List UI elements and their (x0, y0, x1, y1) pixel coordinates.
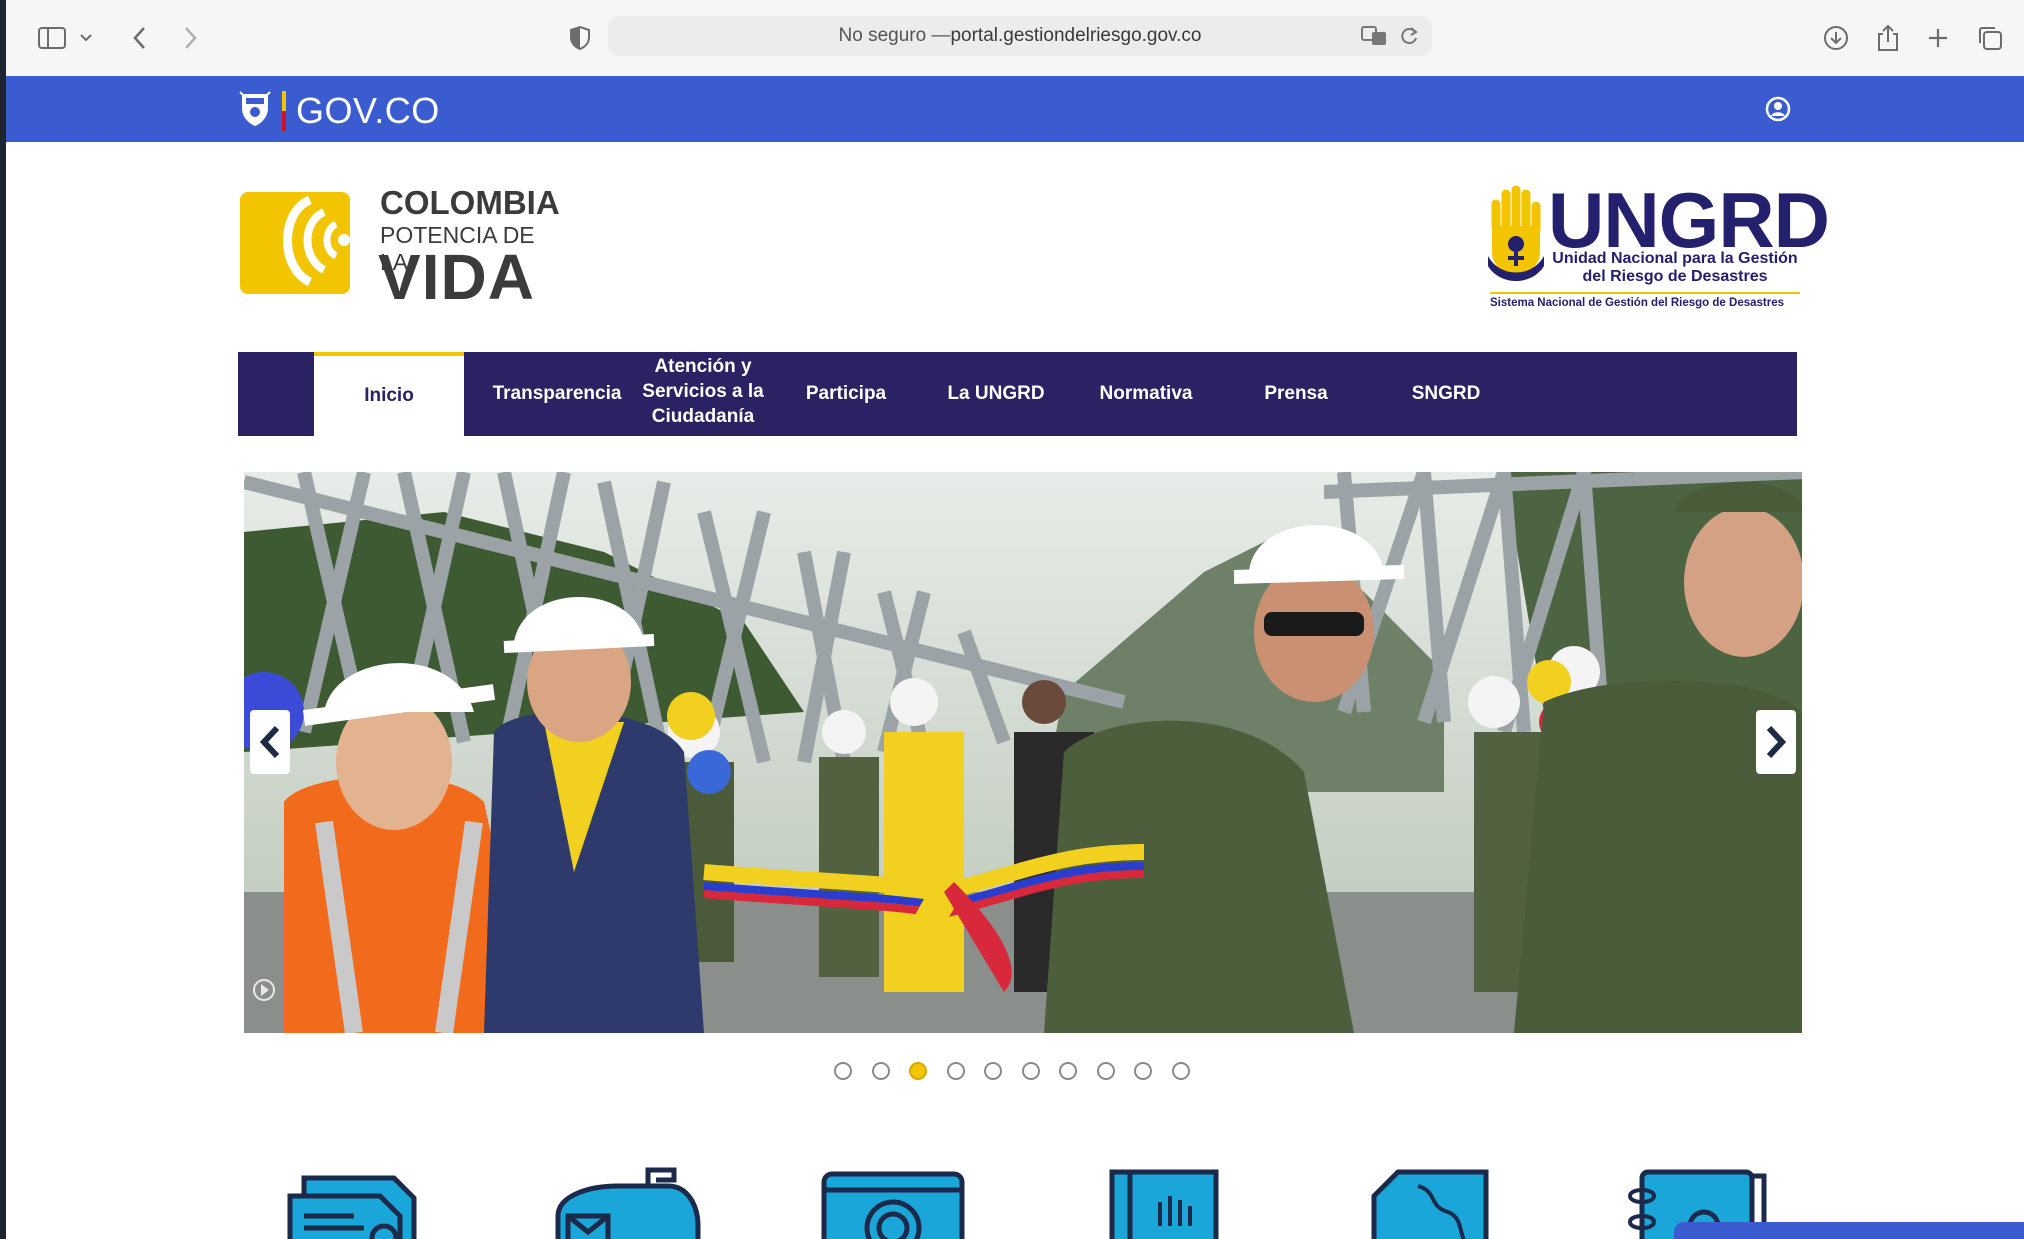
address-security-label: No seguro — (838, 25, 951, 46)
user-account-icon[interactable] (1760, 91, 1796, 127)
forward-icon[interactable] (172, 20, 208, 56)
govco-label: GOV.CO (296, 89, 440, 131)
reload-icon[interactable] (1398, 24, 1420, 54)
carousel-dot[interactable] (1171, 1062, 1190, 1080)
nav-item-sngrd[interactable]: SNGRD (1376, 352, 1516, 436)
carousel-dot-active[interactable] (909, 1062, 927, 1080)
nav-item-atencion-ciudadania[interactable]: Atención y Servicios a la Ciudadanía (640, 352, 766, 436)
colombia-shield-icon (238, 88, 272, 133)
ungrd-title: UNGRD (1548, 176, 1830, 264)
document-icon[interactable] (284, 1166, 434, 1239)
carousel-dot[interactable] (1021, 1062, 1040, 1080)
browser-window: No seguro — portal.gestiondelriesgo.gov.… (6, 0, 2024, 1239)
share-icon[interactable] (1870, 20, 1906, 56)
carousel-dot[interactable] (871, 1062, 890, 1080)
colombia-logo-line3: VIDA (378, 241, 535, 313)
ungrd-logo[interactable]: UNGRD Unidad Nacional para la Gestión de… (1478, 180, 1830, 310)
browser-toolbar: No seguro — portal.gestiondelriesgo.gov.… (6, 0, 2024, 77)
carousel-dot[interactable] (1134, 1062, 1152, 1080)
ungrd-tagline: Sistema Nacional de Gestión del Riesgo d… (1490, 292, 1800, 309)
translate-icon[interactable] (1360, 24, 1388, 54)
nav-item-transparencia[interactable]: Transparencia (474, 352, 640, 436)
nav-item-inicio[interactable]: Inicio (314, 352, 464, 436)
colombia-logo-line1: COLOMBIA (380, 184, 560, 221)
chevron-down-icon[interactable] (76, 20, 96, 56)
new-tab-icon[interactable] (1920, 20, 1956, 56)
carousel-indicators (834, 1062, 1190, 1080)
downloads-icon[interactable] (1818, 20, 1854, 56)
nav-item-participa[interactable]: Participa (776, 352, 916, 436)
chevron-right-icon (1766, 725, 1787, 759)
carousel-dot[interactable] (984, 1062, 1002, 1080)
carousel-dot[interactable] (1059, 1062, 1077, 1080)
nav-item-la-ungrd[interactable]: La UNGRD (926, 352, 1066, 436)
carousel-dot[interactable] (1096, 1062, 1115, 1080)
govco-separator (282, 90, 286, 131)
main-nav: Inicio Transparencia Atención y Servicio… (238, 352, 1797, 436)
govco-bar: GOV.CO (6, 76, 2024, 142)
hero-carousel[interactable] (244, 472, 1802, 1033)
carousel-prev-button[interactable] (250, 710, 290, 774)
nav-item-prensa[interactable]: Prensa (1226, 352, 1366, 436)
mailbox-icon[interactable] (548, 1166, 708, 1239)
colombia-vida-mark-icon (240, 192, 350, 294)
govco-logo[interactable]: GOV.CO (238, 88, 440, 133)
colombia-potencia-vida-logo[interactable]: COLOMBIA POTENCIA DE LA VIDA (240, 182, 560, 313)
floating-bottom-tab[interactable] (1674, 1222, 2024, 1239)
address-domain: portal.gestiondelriesgo.gov.co (950, 25, 1202, 46)
map-icon[interactable] (1368, 1166, 1498, 1239)
ungrd-hand-icon (1488, 186, 1544, 281)
chevron-left-icon (259, 725, 280, 759)
privacy-shield-icon[interactable] (562, 20, 598, 56)
ungrd-subtitle: Unidad Nacional para la Gestión del Ries… (1552, 250, 1798, 285)
tab-overview-icon[interactable] (1972, 20, 2008, 56)
carousel-dot[interactable] (834, 1062, 852, 1080)
carousel-slide-image (244, 472, 1802, 1033)
nav-item-normativa[interactable]: Normativa (1076, 352, 1216, 436)
back-icon[interactable] (122, 20, 158, 56)
carousel-next-button[interactable] (1756, 710, 1796, 774)
camera-icon[interactable] (818, 1166, 968, 1239)
address-bar[interactable]: No seguro — portal.gestiondelriesgo.gov.… (608, 16, 1432, 56)
carousel-dot[interactable] (946, 1062, 965, 1080)
sidebar-toggle-icon[interactable] (34, 20, 70, 56)
book-icon[interactable] (1104, 1166, 1224, 1239)
